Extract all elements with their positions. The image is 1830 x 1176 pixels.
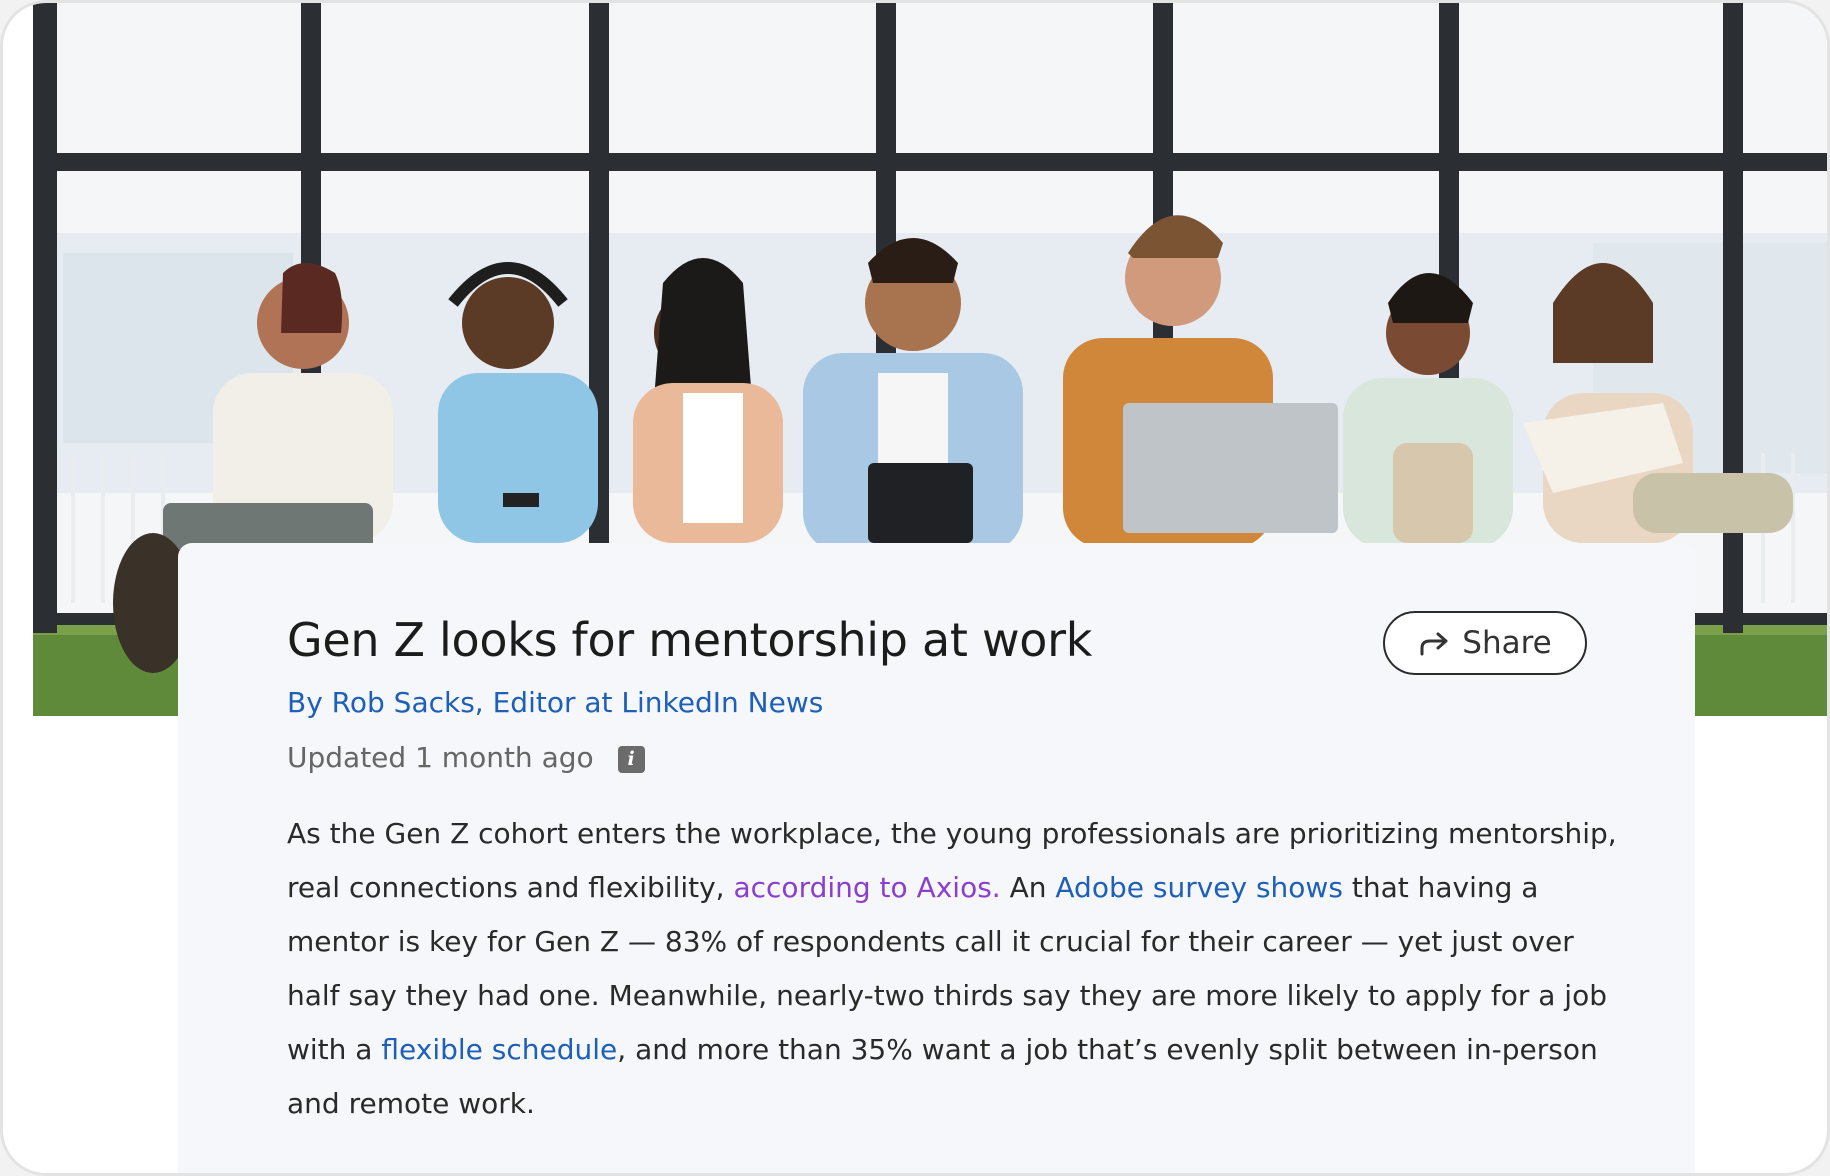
axios-link[interactable]: according to Axios.: [733, 871, 1000, 904]
share-button-label: Share: [1462, 625, 1552, 661]
updated-row: Updated 1 month ago i: [287, 741, 645, 774]
article-window: Gen Z looks for mentorship at work Share…: [0, 0, 1830, 1176]
info-icon[interactable]: i: [617, 746, 645, 773]
article-body: As the Gen Z cohort enters the workplace…: [287, 807, 1617, 1131]
share-arrow-icon: [1420, 632, 1448, 656]
share-button[interactable]: Share: [1383, 611, 1587, 675]
updated-timestamp: Updated 1 month ago: [287, 741, 594, 774]
article-title: Gen Z looks for mentorship at work: [287, 613, 1093, 667]
adobe-survey-link[interactable]: Adobe survey shows: [1055, 871, 1343, 904]
author-byline-link[interactable]: By Rob Sacks, Editor at LinkedIn News: [287, 686, 823, 719]
body-text-2: An: [1000, 871, 1056, 904]
flexible-schedule-link[interactable]: flexible schedule: [381, 1033, 617, 1066]
article-card: Gen Z looks for mentorship at work Share…: [178, 543, 1695, 1173]
